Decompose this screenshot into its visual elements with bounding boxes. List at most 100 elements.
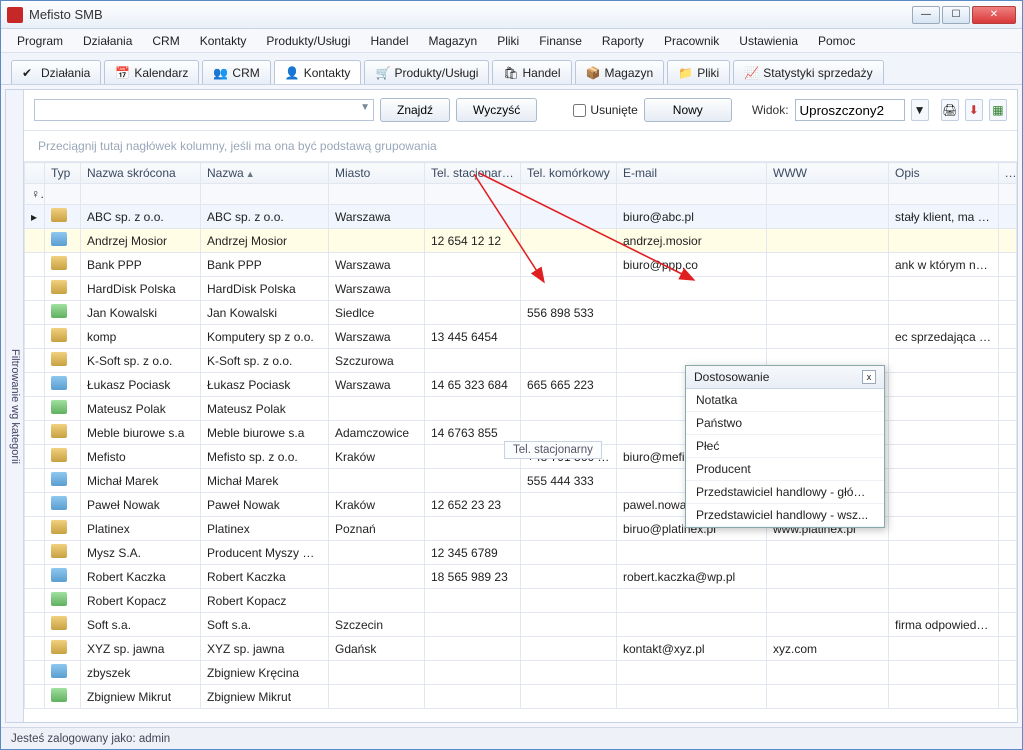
- table-row[interactable]: Robert KaczkaRobert Kaczka18 565 989 23r…: [25, 565, 1018, 589]
- search-toolbar: ▼ Znajdź Wyczyść Usunięte Nowy Widok: ▼ …: [24, 90, 1017, 131]
- col-mobile[interactable]: Tel. komórkowy: [521, 163, 617, 184]
- popup-item[interactable]: Płeć: [686, 435, 884, 458]
- view-dropdown-button[interactable]: ▼: [911, 99, 929, 121]
- tab-crm[interactable]: 👥CRM: [202, 60, 270, 84]
- table-row[interactable]: Bank PPPBank PPPWarszawabiuro@ppp.coank …: [25, 253, 1018, 277]
- tab-kontakty[interactable]: 👤Kontakty: [274, 60, 362, 84]
- menu-pracownik[interactable]: Pracownik: [654, 31, 729, 51]
- popup-item[interactable]: Producent: [686, 458, 884, 481]
- contact-type-icon: [51, 376, 67, 390]
- menu-program[interactable]: Program: [7, 31, 73, 51]
- contacts-grid[interactable]: Typ Nazwa skrócona Nazwa▲ Miasto Tel. st…: [24, 162, 1017, 722]
- contact-type-icon: [51, 280, 67, 294]
- menu-magazyn[interactable]: Magazyn: [418, 31, 487, 51]
- col-desc[interactable]: Opis: [889, 163, 999, 184]
- tab-działania[interactable]: ✔Działania: [11, 60, 101, 84]
- col-type[interactable]: Typ: [45, 163, 81, 184]
- col-tel[interactable]: Tel. stacjonarny▽: [425, 163, 521, 184]
- table-row[interactable]: kompKomputery sp z o.o.Warszawa13 445 64…: [25, 325, 1018, 349]
- table-row[interactable]: HardDisk PolskaHardDisk PolskaWarszawa: [25, 277, 1018, 301]
- table-row[interactable]: Andrzej MosiorAndrzej Mosior12 654 12 12…: [25, 229, 1018, 253]
- tab-icon: 🛒: [375, 66, 389, 80]
- popup-item[interactable]: Państwo: [686, 412, 884, 435]
- menu-kontakty[interactable]: Kontakty: [190, 31, 257, 51]
- minimize-button[interactable]: —: [912, 6, 940, 24]
- col-short[interactable]: Nazwa skrócona: [81, 163, 201, 184]
- tab-icon: 🛍: [503, 66, 517, 80]
- tab-icon: 📈: [744, 66, 758, 80]
- customization-popup: Dostosowanie x NotatkaPaństwoPłećProduce…: [685, 365, 885, 528]
- filter-row[interactable]: ♀: [25, 184, 1018, 205]
- menu-ustawienia[interactable]: Ustawienia: [729, 31, 808, 51]
- deleted-checkbox[interactable]: Usunięte: [573, 103, 637, 117]
- table-row[interactable]: Jan KowalskiJan KowalskiSiedlce556 898 5…: [25, 301, 1018, 325]
- popup-item[interactable]: Notatka: [686, 389, 884, 412]
- table-row[interactable]: ▸ABC sp. z o.o.ABC sp. z o.o.Warszawabiu…: [25, 205, 1018, 229]
- menu-crm[interactable]: CRM: [142, 31, 189, 51]
- col-name[interactable]: Nazwa▲: [201, 163, 329, 184]
- view-select[interactable]: [795, 99, 905, 121]
- menu-pliki[interactable]: Pliki: [487, 31, 529, 51]
- table-row[interactable]: Robert KopaczRobert Kopacz: [25, 589, 1018, 613]
- menu-finanse[interactable]: Finanse: [529, 31, 592, 51]
- titlebar: Mefisto SMB — ☐ ✕: [1, 1, 1022, 29]
- menu-produkty/usługi[interactable]: Produkty/Usługi: [256, 31, 360, 51]
- table-row[interactable]: XYZ sp. jawnaXYZ sp. jawnaGdańskkontakt@…: [25, 637, 1018, 661]
- excel-icon[interactable]: ▦: [989, 99, 1007, 121]
- popup-item[interactable]: Przedstawiciel handlowy - główny: [686, 481, 884, 504]
- tab-icon: 👥: [213, 66, 227, 80]
- dropdown-icon[interactable]: ▼: [360, 102, 370, 113]
- group-by-hint[interactable]: Przeciągnij tutaj nagłówek kolumny, jeśl…: [24, 131, 1017, 162]
- login-status: Jesteś zalogowany jako: admin: [11, 733, 170, 745]
- close-button[interactable]: ✕: [972, 6, 1016, 24]
- table-row[interactable]: Zbigniew MikrutZbigniew Mikrut: [25, 685, 1018, 709]
- clear-button[interactable]: Wyczyść: [456, 98, 537, 122]
- contact-type-icon: [51, 448, 67, 462]
- col-email[interactable]: E-mail: [617, 163, 767, 184]
- contact-type-icon: [51, 328, 67, 342]
- new-button[interactable]: Nowy: [644, 98, 732, 122]
- popup-item[interactable]: Przedstawiciel handlowy - wsz...: [686, 504, 884, 527]
- tab-pliki[interactable]: 📁Pliki: [667, 60, 730, 84]
- view-label: Widok:: [752, 103, 789, 117]
- contact-type-icon: [51, 544, 67, 558]
- menu-działania[interactable]: Działania: [73, 31, 142, 51]
- maximize-button[interactable]: ☐: [942, 6, 970, 24]
- table-row[interactable]: Mysz S.A.Producent Myszy S.A.12 345 6789: [25, 541, 1018, 565]
- tab-kalendarz[interactable]: 📅Kalendarz: [104, 60, 199, 84]
- contact-type-icon: [51, 400, 67, 414]
- tab-icon: ✔: [22, 66, 36, 80]
- tab-statystyki sprzedaży[interactable]: 📈Statystyki sprzedaży: [733, 60, 883, 84]
- contact-type-icon: [51, 424, 67, 438]
- menu-pomoc[interactable]: Pomoc: [808, 31, 865, 51]
- tab-handel[interactable]: 🛍Handel: [492, 60, 571, 84]
- print-icon[interactable]: 🖨: [941, 99, 959, 121]
- tab-icon: 📁: [678, 66, 692, 80]
- sort-asc-icon: ▲: [246, 169, 255, 179]
- tab-icon: 📦: [586, 66, 600, 80]
- contact-type-icon: [51, 688, 67, 702]
- contact-type-icon: [51, 520, 67, 534]
- popup-close-button[interactable]: x: [862, 370, 876, 384]
- column-tooltip: Tel. stacjonarny: [504, 441, 602, 459]
- table-row[interactable]: zbyszekZbigniew Kręcina: [25, 661, 1018, 685]
- contact-type-icon: [51, 352, 67, 366]
- menu-raporty[interactable]: Raporty: [592, 31, 654, 51]
- col-more[interactable]: ...: [999, 163, 1017, 184]
- find-button[interactable]: Znajdź: [380, 98, 450, 122]
- popup-title: Dostosowanie: [694, 370, 769, 384]
- pdf-icon[interactable]: ⬇: [965, 99, 983, 121]
- col-www[interactable]: WWW: [767, 163, 889, 184]
- search-input[interactable]: [34, 99, 374, 121]
- table-row[interactable]: Soft s.a.Soft s.a.Szczecinfirma odpowied…: [25, 613, 1018, 637]
- header-row: Typ Nazwa skrócona Nazwa▲ Miasto Tel. st…: [25, 163, 1018, 184]
- contact-type-icon: [51, 208, 67, 222]
- contact-type-icon: [51, 616, 67, 630]
- col-city[interactable]: Miasto: [329, 163, 425, 184]
- window-title: Mefisto SMB: [29, 7, 912, 22]
- tab-produkty/usługi[interactable]: 🛒Produkty/Usługi: [364, 60, 489, 84]
- tab-magazyn[interactable]: 📦Magazyn: [575, 60, 665, 84]
- menu-handel[interactable]: Handel: [360, 31, 418, 51]
- side-filter-toggle[interactable]: Filtrowanie wg kategorii: [6, 90, 24, 722]
- contact-type-icon: [51, 592, 67, 606]
